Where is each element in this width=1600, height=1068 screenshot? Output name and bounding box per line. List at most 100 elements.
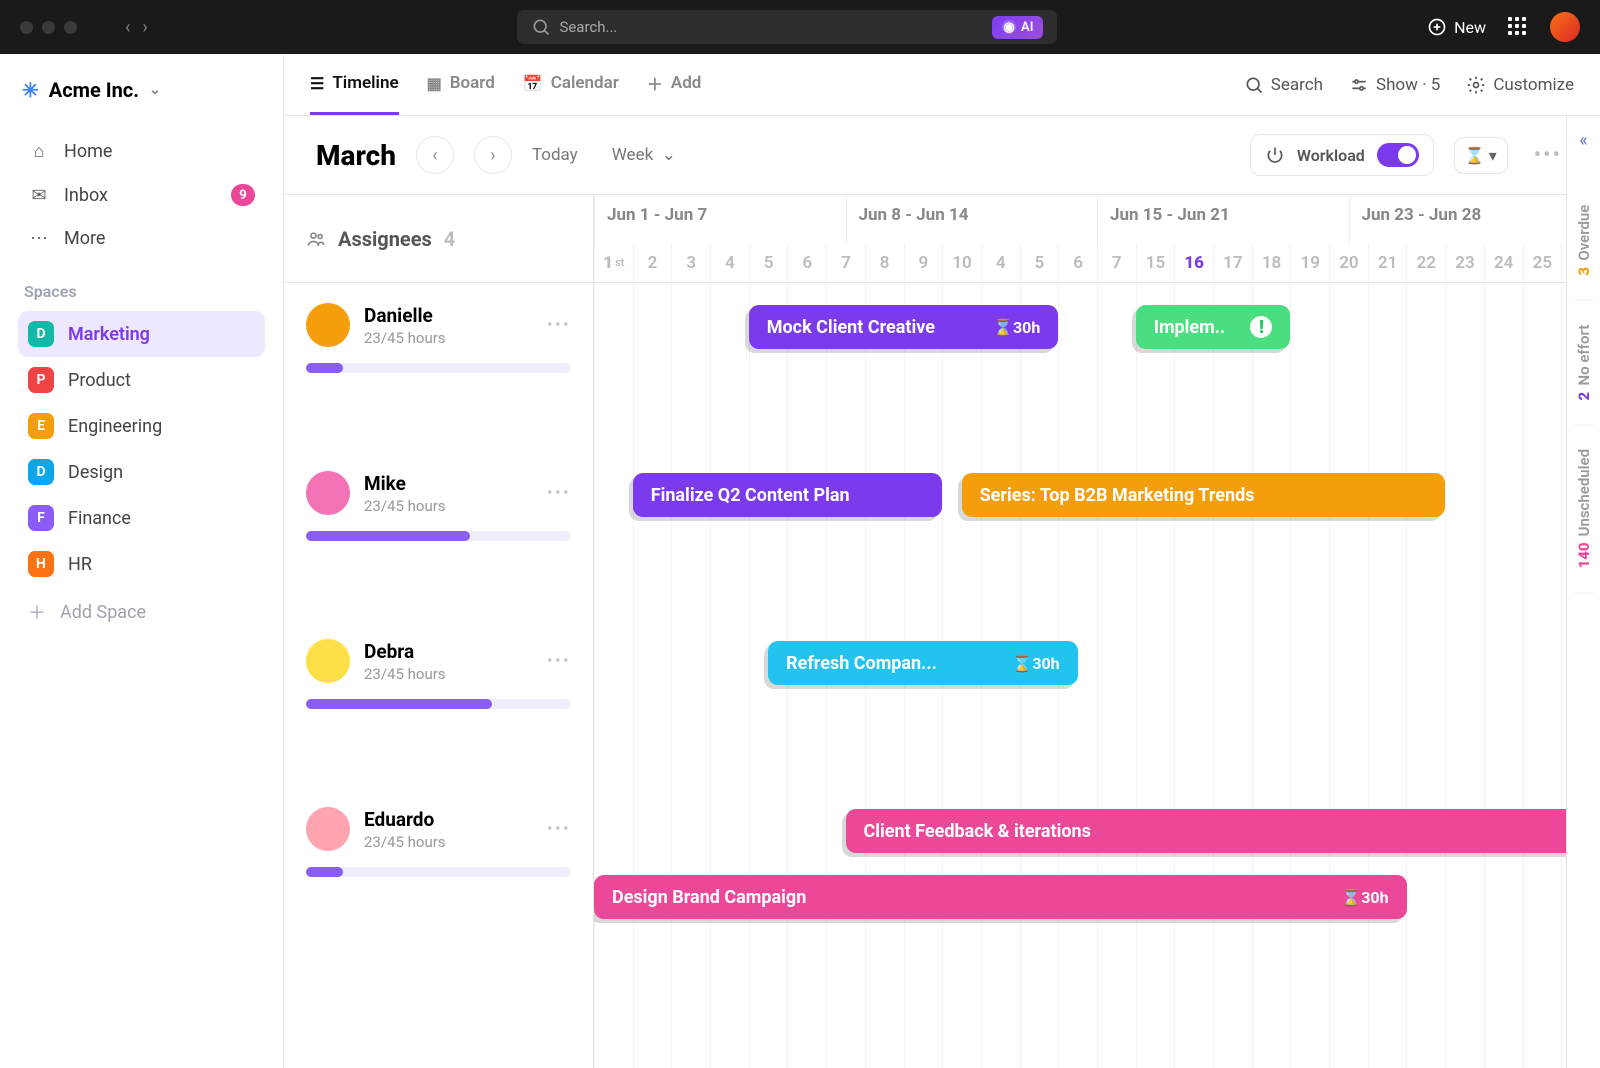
user-avatar[interactable] bbox=[1550, 12, 1580, 42]
workload-label: Workload bbox=[1297, 146, 1365, 165]
day-header[interactable]: 5 bbox=[1020, 243, 1059, 282]
assignee-hours: 23/45 hours bbox=[364, 329, 446, 347]
day-header[interactable]: 15 bbox=[1136, 243, 1175, 282]
day-header[interactable]: 2 bbox=[633, 243, 672, 282]
rail-no-effort[interactable]: 2No effort bbox=[1575, 301, 1593, 426]
apps-grid-icon[interactable] bbox=[1508, 17, 1528, 37]
task-bar[interactable]: Refresh Compan...⌛30h bbox=[768, 641, 1078, 685]
ai-badge[interactable]: ◉AI bbox=[992, 16, 1043, 39]
prev-period[interactable]: ‹ bbox=[416, 136, 454, 174]
day-header[interactable]: 20 bbox=[1329, 243, 1368, 282]
row-more-icon[interactable]: ••• bbox=[547, 819, 571, 840]
task-bar[interactable]: Series: Top B2B Marketing Trends bbox=[962, 473, 1446, 517]
range-picker[interactable]: Week ⌄ bbox=[612, 145, 676, 165]
day-header[interactable]: 4 bbox=[981, 243, 1020, 282]
space-item-hr[interactable]: HHR bbox=[18, 541, 265, 587]
workspace-switcher[interactable]: ✳ Acme Inc. ⌄ bbox=[18, 72, 265, 108]
row-more-icon[interactable]: ••• bbox=[547, 483, 571, 504]
day-header[interactable]: 18 bbox=[1252, 243, 1291, 282]
maximize-dot[interactable] bbox=[64, 21, 77, 34]
close-dot[interactable] bbox=[20, 21, 33, 34]
tab-board[interactable]: ▦Board bbox=[427, 54, 495, 115]
space-item-marketing[interactable]: DMarketing bbox=[18, 311, 265, 357]
task-bar[interactable]: Mock Client Creative⌛30h bbox=[749, 305, 1059, 349]
global-search[interactable]: Search... ◉AI bbox=[517, 10, 1057, 44]
day-header[interactable]: 3 bbox=[671, 243, 710, 282]
space-item-engineering[interactable]: EEngineering bbox=[18, 403, 265, 449]
day-header[interactable]: 4 bbox=[710, 243, 749, 282]
hourglass-button[interactable]: ⌛ ▾ bbox=[1454, 137, 1508, 174]
day-header[interactable]: 6 bbox=[787, 243, 826, 282]
window-controls bbox=[20, 21, 77, 34]
plus-circle-icon bbox=[1427, 17, 1447, 37]
workload-toggle[interactable] bbox=[1377, 143, 1419, 167]
assignee-avatar[interactable] bbox=[306, 639, 350, 683]
row-more-icon[interactable]: ••• bbox=[547, 315, 571, 336]
assignee-avatar[interactable] bbox=[306, 471, 350, 515]
day-header[interactable]: 21 bbox=[1368, 243, 1407, 282]
home-icon: ⌂ bbox=[28, 141, 50, 162]
assignee-hours: 23/45 hours bbox=[364, 497, 446, 515]
day-header[interactable]: 6 bbox=[1058, 243, 1097, 282]
nav-more[interactable]: ⋯More bbox=[18, 217, 265, 260]
task-bar[interactable]: Implem..! bbox=[1136, 305, 1291, 349]
workload-bar bbox=[306, 363, 571, 373]
space-item-design[interactable]: DDesign bbox=[18, 449, 265, 495]
day-header[interactable]: 17 bbox=[1213, 243, 1252, 282]
assignees-count: 4 bbox=[444, 227, 455, 251]
forward-button[interactable]: › bbox=[142, 17, 147, 38]
space-item-finance[interactable]: FFinance bbox=[18, 495, 265, 541]
rail-overdue[interactable]: 3Overdue bbox=[1575, 181, 1593, 301]
day-header[interactable]: 1st bbox=[594, 243, 633, 282]
assignee-row: Mike23/45 hours••• bbox=[284, 451, 593, 619]
day-header[interactable]: 19 bbox=[1290, 243, 1329, 282]
task-label: Design Brand Campaign bbox=[612, 887, 806, 908]
nav-home[interactable]: ⌂Home bbox=[18, 130, 265, 173]
day-header[interactable]: 8 bbox=[865, 243, 904, 282]
day-header[interactable]: 16 bbox=[1174, 243, 1213, 282]
chevron-down-icon: ⌄ bbox=[149, 82, 161, 98]
day-header[interactable]: 7 bbox=[1097, 243, 1136, 282]
day-header[interactable]: 23 bbox=[1445, 243, 1484, 282]
day-header[interactable]: 9 bbox=[904, 243, 943, 282]
assignee-column: Assignees 4 Danielle23/45 hours•••Mike23… bbox=[284, 195, 594, 1068]
tab-add-view[interactable]: ＋Add bbox=[647, 54, 702, 115]
day-header[interactable]: 25 bbox=[1523, 243, 1562, 282]
show-filter[interactable]: Show · 5 bbox=[1349, 75, 1440, 95]
gantt-area[interactable]: Jun 1 - Jun 7Jun 8 - Jun 14Jun 15 - Jun … bbox=[594, 195, 1600, 1068]
row-more-icon[interactable]: ••• bbox=[547, 651, 571, 672]
task-bar[interactable]: Client Feedback & iterations bbox=[846, 809, 1600, 853]
assignee-avatar[interactable] bbox=[306, 303, 350, 347]
day-header[interactable]: 10 bbox=[942, 243, 981, 282]
workload-bar bbox=[306, 531, 571, 541]
search-placeholder: Search... bbox=[559, 18, 617, 36]
add-space-button[interactable]: ＋Add Space bbox=[18, 587, 265, 637]
next-period[interactable]: › bbox=[474, 136, 512, 174]
task-hours: ⌛30h bbox=[1012, 654, 1059, 673]
new-button[interactable]: New bbox=[1427, 17, 1486, 37]
task-bar[interactable]: Finalize Q2 Content Plan bbox=[633, 473, 943, 517]
customize-button[interactable]: Customize bbox=[1466, 75, 1574, 95]
back-button[interactable]: ‹ bbox=[125, 17, 130, 38]
view-tabs: ☰Timeline ▦Board 📅Calendar ＋Add Search S… bbox=[284, 54, 1600, 116]
space-color-badge: D bbox=[28, 321, 54, 347]
day-header[interactable]: 5 bbox=[749, 243, 788, 282]
search-views[interactable]: Search bbox=[1244, 75, 1323, 95]
space-color-badge: E bbox=[28, 413, 54, 439]
more-options[interactable]: ••• bbox=[1528, 143, 1568, 168]
tab-timeline[interactable]: ☰Timeline bbox=[310, 54, 399, 115]
collapse-rail-icon[interactable]: « bbox=[1579, 130, 1587, 151]
more-icon: ⋯ bbox=[28, 228, 50, 249]
task-bar[interactable]: Design Brand Campaign⌛30h bbox=[594, 875, 1407, 919]
day-header[interactable]: 22 bbox=[1406, 243, 1445, 282]
today-button[interactable]: Today bbox=[532, 145, 578, 165]
day-header[interactable]: 7 bbox=[826, 243, 865, 282]
assignee-avatar[interactable] bbox=[306, 807, 350, 851]
rail-unscheduled[interactable]: 140Unscheduled bbox=[1575, 425, 1593, 593]
month-label: March bbox=[316, 139, 396, 172]
nav-inbox[interactable]: ✉Inbox9 bbox=[18, 173, 265, 217]
space-item-product[interactable]: PProduct bbox=[18, 357, 265, 403]
minimize-dot[interactable] bbox=[42, 21, 55, 34]
day-header[interactable]: 24 bbox=[1484, 243, 1523, 282]
tab-calendar[interactable]: 📅Calendar bbox=[523, 54, 619, 115]
